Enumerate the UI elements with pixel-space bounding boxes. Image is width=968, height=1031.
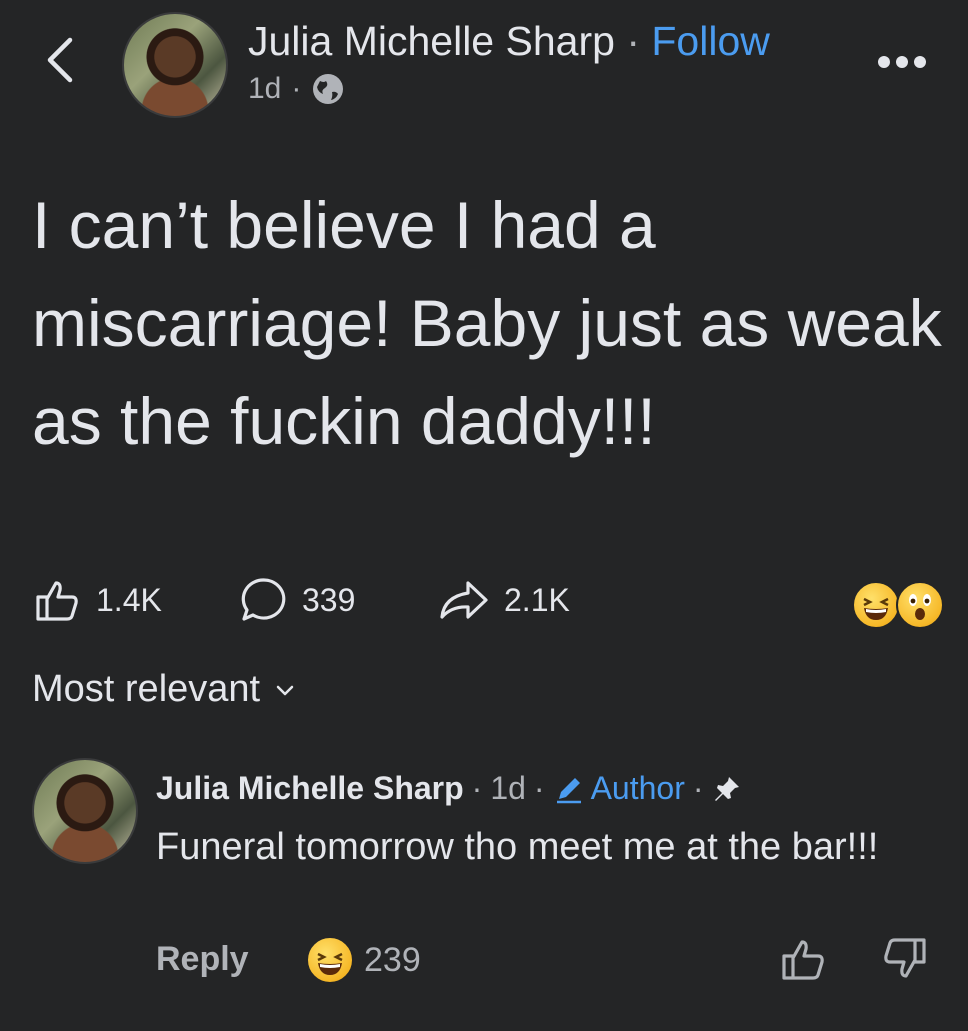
post-header-title: Julia Michelle Sharp · Follow — [248, 18, 770, 65]
post-time[interactable]: 1d — [248, 72, 281, 106]
comment-time: 1d — [490, 770, 526, 806]
comment-count: 339 — [302, 581, 356, 618]
comment-author-name[interactable]: Julia Michelle Sharp — [156, 770, 464, 807]
thumbs-down-icon — [884, 938, 926, 978]
comment-text: Funeral tomorrow tho meet me at the bar!… — [156, 826, 879, 868]
comment-stat[interactable]: 339 — [238, 570, 355, 630]
globe-icon — [313, 74, 344, 104]
comment-header: Julia Michelle Sharp · 1d · Author · — [156, 770, 742, 807]
share-icon — [440, 581, 488, 619]
back-button[interactable] — [38, 30, 82, 90]
separator-dot: · — [471, 770, 483, 806]
author-badge: Author — [553, 770, 685, 807]
follow-button[interactable]: Follow — [651, 18, 769, 64]
pin-icon — [714, 776, 739, 801]
separator-dot: · — [692, 770, 704, 806]
dot — [914, 56, 926, 68]
astonished-emoji-icon — [896, 581, 944, 629]
author-name[interactable]: Julia Michelle Sharp — [248, 18, 615, 64]
reaction-summary[interactable] — [852, 578, 944, 629]
chevron-left-icon — [47, 37, 73, 83]
like-icon — [36, 581, 78, 621]
comment-icon — [241, 578, 286, 621]
sort-label: Most relevant — [32, 668, 261, 710]
post-text: I can’t believe I had a miscarriage! Bab… — [32, 188, 942, 458]
chevron-down-icon — [276, 685, 294, 695]
author-badge-label: Author — [590, 770, 685, 806]
like-stat[interactable]: 1.4K — [32, 570, 162, 630]
pencil-icon — [556, 777, 581, 803]
share-stat[interactable]: 2.1K — [438, 570, 570, 630]
comment-author-avatar[interactable] — [32, 758, 138, 864]
reply-button[interactable]: Reply — [156, 940, 249, 979]
downvote-button[interactable] — [880, 934, 930, 984]
dot — [878, 56, 890, 68]
like-count: 1.4K — [96, 581, 162, 618]
comment-sort-dropdown[interactable]: Most relevant — [32, 668, 296, 711]
upvote-button[interactable] — [778, 934, 828, 984]
author-avatar[interactable] — [122, 12, 228, 118]
more-options-button[interactable] — [878, 50, 936, 74]
share-count: 2.1K — [504, 581, 570, 618]
separator-dot: · — [291, 72, 302, 105]
comment-reaction-count: 239 — [364, 940, 421, 979]
thumbs-up-icon — [782, 940, 824, 980]
post-meta: 1d · — [248, 72, 345, 106]
separator-dot: · — [533, 770, 545, 806]
grinning-squinting-emoji-icon — [306, 936, 354, 984]
grinning-squinting-emoji-icon — [852, 581, 900, 629]
dot — [896, 56, 908, 68]
separator-dot: · — [626, 18, 640, 64]
comment-reaction-summary[interactable]: 239 — [306, 936, 421, 984]
